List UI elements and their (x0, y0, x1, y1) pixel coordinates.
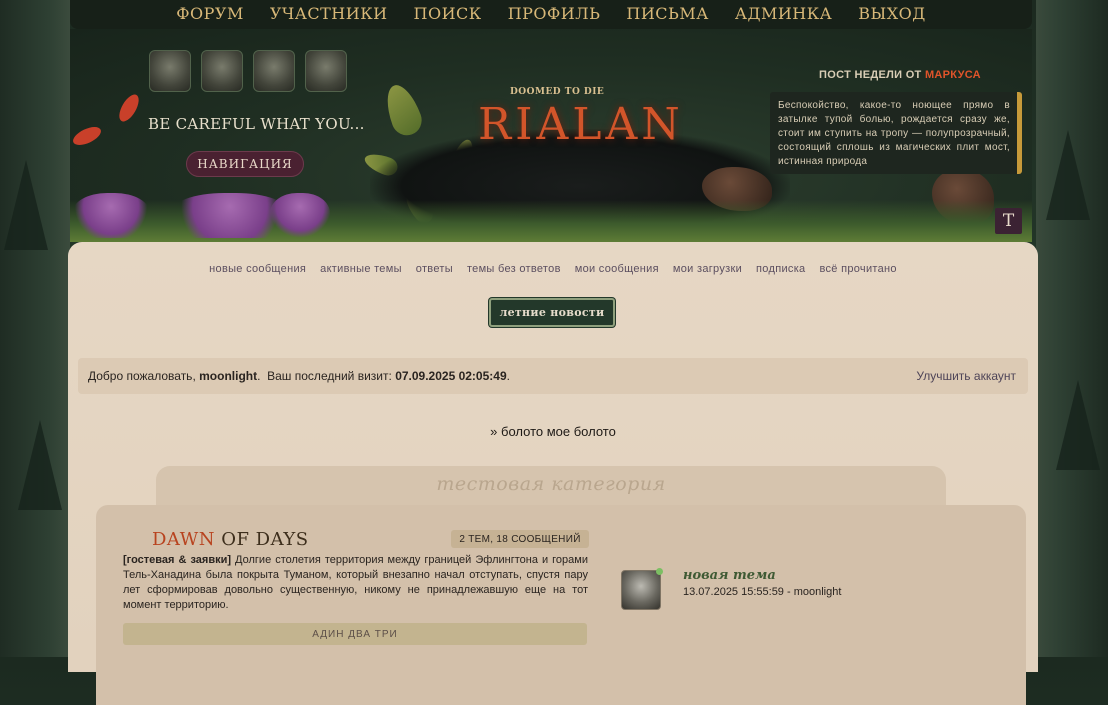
link-mark-all-read[interactable]: всё прочитано (819, 263, 896, 275)
post-of-week-title: ПОСТ НЕДЕЛИ ОТ МАРКУСА (770, 69, 1030, 81)
nav-admin[interactable]: АДМИНКА (722, 0, 845, 29)
banner: BE CAREFUL WHAT YOU... НАВИГАЦИЯ DOOMED … (70, 29, 1032, 242)
online-status-icon (656, 568, 663, 575)
nav-messages[interactable]: ПИСЬМА (613, 0, 721, 29)
last-post-title[interactable]: новая тема (683, 568, 776, 583)
nav-profile[interactable]: ПРОФИЛЬ (495, 0, 614, 29)
post-of-week-author[interactable]: МАРКУСА (925, 69, 981, 81)
quick-links: новые сообщения активные темы ответы тем… (68, 263, 1038, 275)
featured-avatars (149, 50, 347, 92)
top-navigation: ФОРУМ УЧАСТНИКИ ПОИСК ПРОФИЛЬ ПИСЬМА АДМ… (70, 0, 1032, 29)
forum-description: [гостевая & заявки] Долгие столетия терр… (123, 553, 588, 613)
nav-members[interactable]: УЧАСТНИКИ (257, 0, 401, 29)
post-of-week-prefix: ПОСТ НЕДЕЛИ ОТ (819, 69, 922, 81)
link-my-uploads[interactable]: мои загрузки (673, 263, 742, 275)
forum-description-tag: [гостевая & заявки] (123, 554, 232, 566)
heather-decoration (270, 193, 330, 238)
link-new-messages[interactable]: новые сообщения (209, 263, 306, 275)
nav-logout[interactable]: ВЫХОД (845, 0, 939, 29)
post-of-week-text: Беспокойство, какое-то ноющее прямо в за… (770, 92, 1022, 174)
category-header: тестовая категория (156, 466, 946, 510)
last-visit-time: 07.09.2025 02:05:49 (395, 369, 507, 383)
forum-title[interactable]: DAWN OF DAYS (152, 529, 309, 550)
heather-decoration (72, 193, 150, 238)
welcome-bar: Добро пожаловать, moonlight. Ваш последн… (78, 358, 1028, 394)
welcome-username[interactable]: moonlight (199, 369, 257, 383)
welcome-greeting: Добро пожаловать, (88, 369, 196, 383)
lily-flower-icon (70, 123, 104, 149)
site-logo[interactable]: RIALAN (478, 99, 684, 150)
forum-title-part1: DAWN (152, 529, 222, 550)
forum-row: DAWN OF DAYS 2 ТЕМ, 18 СООБЩЕНИЙ [гостев… (96, 505, 1026, 705)
link-replies[interactable]: ответы (416, 263, 453, 275)
link-my-messages[interactable]: мои сообщения (575, 263, 659, 275)
category-title[interactable]: тестовая категория (156, 466, 946, 495)
upgrade-account-link[interactable]: Улучшить аккаунт (916, 369, 1016, 383)
nav-forum[interactable]: ФОРУМ (163, 0, 257, 29)
forum-stats-badge: 2 ТЕМ, 18 СООБЩЕНИЙ (451, 530, 589, 548)
banner-tagline: BE CAREFUL WHAT YOU... (148, 115, 365, 133)
logo-subtitle: DOOMED TO DIE (510, 87, 605, 97)
breadcrumb: » болото мое болото (490, 424, 616, 439)
lily-flower-icon (115, 91, 143, 125)
tree-silhouette (1046, 130, 1090, 220)
avatar[interactable] (149, 50, 191, 92)
avatar[interactable] (305, 50, 347, 92)
link-active-topics[interactable]: активные темы (320, 263, 402, 275)
style-toggle-button[interactable]: T (995, 208, 1022, 234)
avatar[interactable] (201, 50, 243, 92)
navigation-button[interactable]: НАВИГАЦИЯ (186, 151, 304, 177)
last-visit-label: Ваш последний визит: (267, 369, 392, 383)
avatar[interactable] (253, 50, 295, 92)
forum-title-part2: OF DAYS (221, 529, 309, 550)
tree-silhouette (18, 420, 62, 510)
tree-silhouette (4, 160, 48, 250)
nav-search[interactable]: ПОИСК (401, 0, 495, 29)
main-panel: новые сообщения активные темы ответы тем… (68, 242, 1038, 705)
background-forest-right (1036, 0, 1108, 657)
link-unanswered[interactable]: темы без ответов (467, 263, 561, 275)
last-post-avatar[interactable] (621, 570, 661, 610)
background-forest-left (0, 0, 70, 657)
summer-news-button[interactable]: летние новости (489, 298, 615, 327)
tree-silhouette (1056, 380, 1100, 470)
last-post-meta: 13.07.2025 15:55:59 - moonlight (683, 586, 842, 598)
link-subscriptions[interactable]: подписка (756, 263, 805, 275)
subforum-link[interactable]: АДИН ДВА ТРИ (123, 623, 587, 645)
